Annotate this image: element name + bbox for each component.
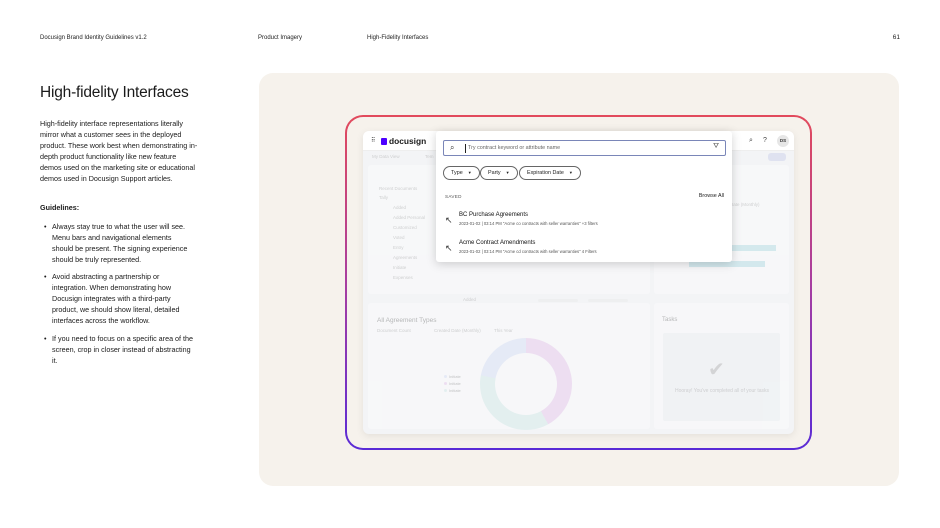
intro-paragraph: High-fidelity interface representations … [40,119,198,183]
chevron-down-icon: ▼ [467,170,472,175]
doc-title: Docusign Brand Identity Guidelines v1.2 [40,35,147,41]
saved-search-meta: 2023-01-02 | 03:14 PM "Acme co contracts… [459,221,598,226]
help-icon[interactable]: ? [763,137,767,144]
sidebar-item: Voted [393,235,405,240]
filter-label: This Year [494,328,513,333]
filter-icon[interactable]: ⛛ [713,143,719,151]
sidebar-item: Expenses [393,275,413,280]
chevron-down-icon: ▼ [568,170,573,175]
subsection-label: High-Fidelity Interfaces [367,35,429,41]
donut-chart [480,338,572,430]
bullet-text: Avoid abstracting a partnership or integ… [52,272,180,325]
legend-item: Initiate [444,388,461,393]
search-icon[interactable]: ⌕ [749,137,753,145]
filter-chip-expiration-date[interactable]: Expiration Date ▼ [519,166,581,180]
sidebar-item: Entry [393,245,404,250]
tab-templates: Tem [425,154,434,159]
bullet-text: Always stay true to what the user will s… [52,222,188,264]
checkmark-icon: ✔ [708,359,725,381]
avatar[interactable]: DS [777,135,789,147]
placeholder-line [588,299,628,302]
legend-item: Initiate [444,381,461,386]
sidebar-item: Added [393,205,407,210]
bullet-text: If you need to focus on a specific area … [52,334,194,365]
bullet-dot: • [44,334,47,343]
page-number: 61 [892,34,900,41]
saved-search-title: BC Purchase Agreements [459,212,529,218]
bullet-dot: • [44,272,47,281]
search-placeholder: Try contract keyword or attribute name [468,145,561,151]
chip-label: Expiration Date [527,170,564,176]
chevron-down-icon: ▼ [505,170,510,175]
axis-label: Date (Monthly) [730,202,760,207]
saved-search-item[interactable]: ↖ Acme Contract Amendments 2023-01-02 | … [445,238,725,262]
tasks-empty-text: Hooray! You've completed all of your tas… [674,388,770,394]
sidebar-item: Added Personal [393,215,426,220]
tab-my-data-view: My Data View [372,154,400,159]
section-label: Product Imagery [258,35,303,41]
guidelines-heading: Guidelines: [40,203,80,212]
filter-label: Created Date (Monthly) [434,328,481,333]
logo-text: docusign [389,136,427,146]
chip-label: Type [451,170,463,176]
background-button [768,153,786,161]
saved-label: SAVED [445,194,462,199]
guideline-bullet: • Always stay true to what the user will… [44,221,194,265]
sidebar-item: Initiate [393,265,407,270]
table-row: Added [463,297,477,302]
search-icon: ⌕ [450,143,455,152]
filter-chip-party[interactable]: Party ▼ [480,166,518,180]
search-dropdown: ⌕ Try contract keyword or attribute name… [436,131,732,262]
placeholder-line [538,299,578,302]
card-title: All Agreement Types [377,317,437,324]
arrow-up-left-icon: ↖ [445,243,453,253]
search-input[interactable]: ⌕ Try contract keyword or attribute name… [443,140,726,156]
chip-label: Party [488,170,501,176]
browse-all-link[interactable]: Browse All [699,193,724,199]
docusign-logo: docusign [381,136,426,146]
legend-item: Initiate [444,374,461,379]
sidebar-item: Tally [379,195,389,200]
guideline-bullet: • If you need to focus on a specific are… [44,333,194,366]
arrow-up-left-icon: ↖ [445,215,453,225]
app-grid-icon[interactable]: ⠿ [371,138,377,144]
filter-label: Document Count [377,328,411,333]
bullet-dot: • [44,222,47,231]
saved-search-title: Acme Contract Amendments [459,240,536,246]
filter-chip-type[interactable]: Type ▼ [443,166,480,180]
sidebar-item: Customized [393,225,417,230]
page-title: High-fidelity Interfaces [40,84,189,101]
sidebar-item: Agreements [393,255,418,260]
saved-search-meta: 2023-01-02 | 03:14 PM "Acme cd contracts… [459,249,597,254]
logo-mark-icon [381,138,387,145]
card-title: Tasks [662,317,678,323]
guideline-bullet: • Avoid abstracting a partnership or int… [44,271,194,326]
saved-search-item[interactable]: ↖ BC Purchase Agreements 2023-01-02 | 03… [445,210,725,234]
sidebar-item: Recent Documents [379,186,418,191]
text-caret [465,144,466,153]
